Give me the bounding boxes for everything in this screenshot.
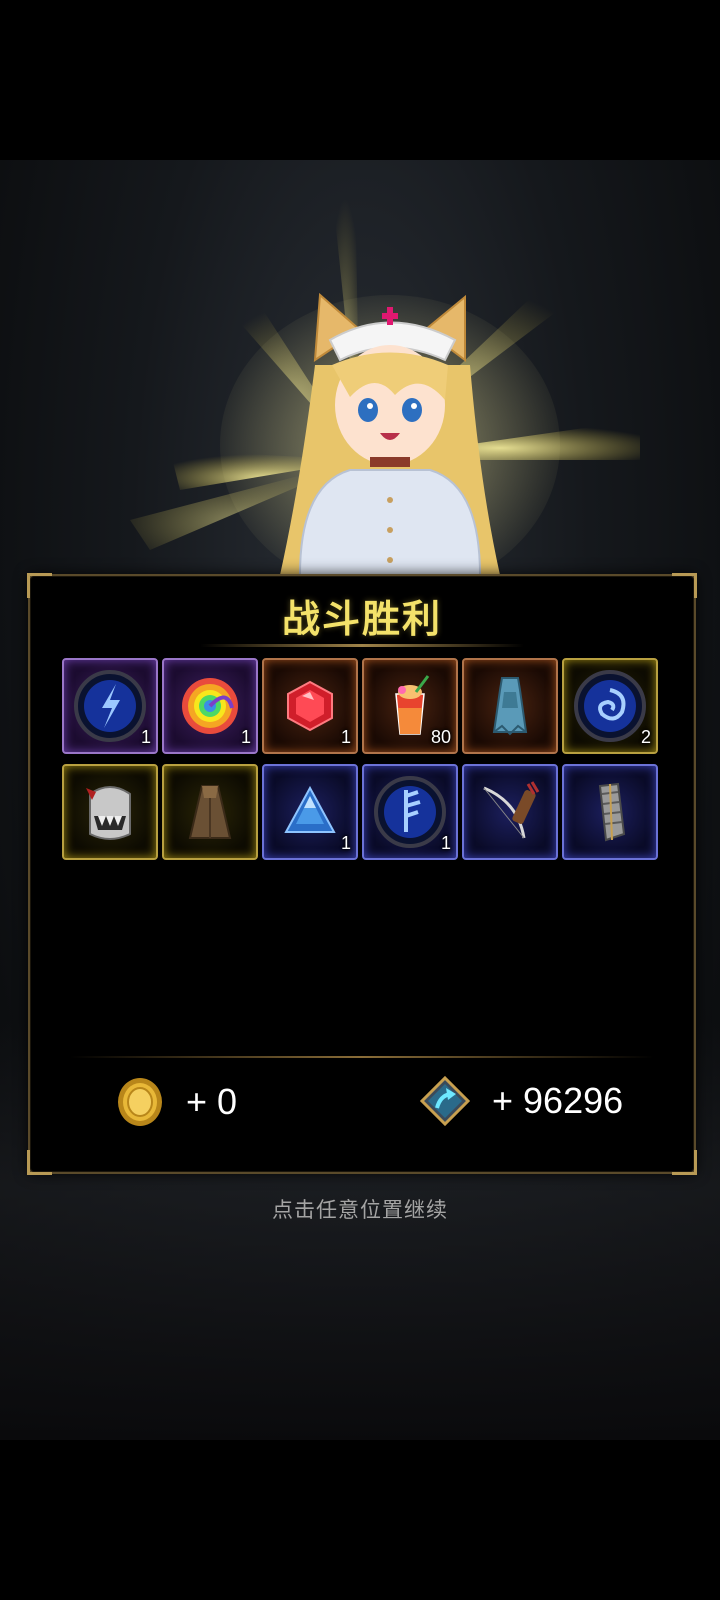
tap-to-continue-hint[interactable]: 点击任意位置继续 — [0, 1194, 720, 1224]
exp-up-arrow-icon — [420, 1076, 470, 1126]
rewards-divider — [70, 1056, 654, 1058]
bow-and-quiver-icon — [483, 781, 540, 839]
item-count: 1 — [340, 727, 351, 747]
blue-rune-orb-icon — [74, 670, 146, 742]
title-divider — [200, 644, 524, 647]
panel-corner — [672, 1150, 697, 1175]
loot-slot[interactable]: 1 — [262, 658, 358, 754]
loot-slot[interactable]: 2 — [562, 658, 658, 754]
loot-slot[interactable] — [462, 764, 558, 860]
blue-swirl-orb-icon — [574, 670, 646, 742]
loot-slot[interactable]: 1 — [362, 764, 458, 860]
item-count: 1 — [140, 727, 151, 747]
item-count: 2 — [640, 727, 651, 747]
panel-corner — [27, 1150, 52, 1175]
rainbow-swirl-icon — [182, 678, 238, 734]
loot-slot[interactable]: 1 — [62, 658, 158, 754]
blue-lightning-orb-icon — [374, 776, 446, 848]
item-count: 1 — [440, 833, 451, 853]
loot-slot[interactable] — [62, 764, 158, 860]
loot-slot[interactable]: 80 — [362, 658, 458, 754]
nurse-catgirl-character — [220, 292, 560, 575]
loot-slot[interactable] — [462, 658, 558, 754]
metal-gauntlet-icon — [598, 782, 626, 842]
red-gem-icon — [287, 680, 333, 732]
blue-robe-icon — [492, 677, 528, 736]
loot-slot[interactable] — [562, 764, 658, 860]
loot-slot[interactable]: 1 — [162, 658, 258, 754]
exp-amount: + 96296 — [492, 1080, 624, 1121]
loot-slot[interactable] — [162, 764, 258, 860]
item-count: 80 — [430, 727, 451, 747]
loot-grid: 1 1 1 80 2 1 1 — [62, 658, 658, 860]
blue-triangle-crystal-icon — [284, 785, 336, 833]
gold-reward: + 0 — [116, 1076, 237, 1128]
gold-coin-icon — [118, 1078, 162, 1126]
loot-slot[interactable]: 1 — [262, 764, 358, 860]
victory-title: 战斗胜利 — [281, 597, 442, 641]
item-count: 1 — [240, 727, 251, 747]
brown-cloak-icon — [188, 785, 232, 839]
victory-panel: 战斗胜利 1 1 1 80 2 1 1 + 0 + 96296 — [27, 573, 697, 1175]
item-count: 1 — [340, 833, 351, 853]
gold-amount: + 0 — [186, 1081, 238, 1122]
exp-reward: + 96296 — [420, 1076, 623, 1126]
skull-helmet-icon — [86, 786, 131, 840]
